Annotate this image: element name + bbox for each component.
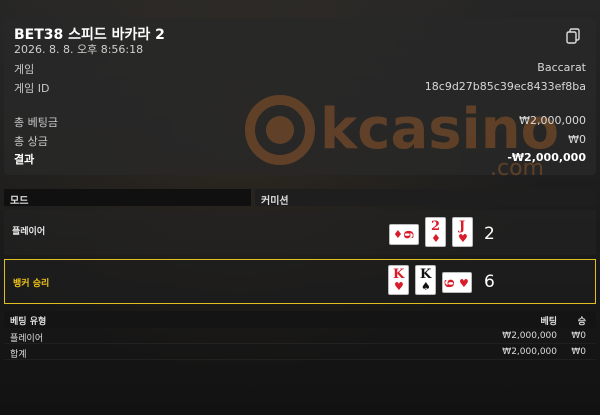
card-rank: 6: [400, 229, 416, 240]
banker-score: 6: [484, 272, 495, 292]
card-suit: ♥: [458, 232, 468, 245]
bets-table: 베팅 유형 베팅 승 플레이어 ₩2,000,000 ₩0 합계 ₩2,000,…: [4, 311, 596, 360]
result-row: 결과 -₩2,000,000: [14, 151, 586, 167]
total-bet-value: ₩2,000,000: [519, 114, 586, 127]
bet-type-header: 베팅 유형: [10, 317, 47, 327]
total-win-row: 총 상금 ₩0: [14, 133, 586, 149]
bet-win-cell: ₩0: [571, 331, 586, 341]
player-hand-label: 플레이어: [12, 227, 46, 237]
card-suit: ♥: [394, 280, 404, 293]
bet-amount-cell: ₩2,000,000: [502, 331, 557, 341]
table-row: 플레이어 ₩2,000,000 ₩0: [4, 328, 596, 344]
banker-hand-label: 뱅커 승리: [13, 279, 50, 289]
card-suit: ♥: [459, 277, 469, 290]
bet-type-cell: 합계: [10, 350, 27, 360]
bet-amount-cell: ₩2,000,000: [502, 347, 557, 357]
copy-icon[interactable]: [566, 28, 580, 44]
game-id-value[interactable]: 18c9d27b85c39ec8433ef8ba: [425, 80, 586, 96]
bet-win-cell: ₩0: [571, 347, 586, 357]
player-score: 2: [484, 224, 495, 244]
game-value: Baccarat: [537, 61, 586, 74]
total-win-label: 총 상금: [14, 135, 48, 148]
game-row: 게임 Baccarat: [14, 61, 586, 77]
player-card-1: ♦ 6: [389, 224, 419, 245]
result-label: 결과: [14, 153, 35, 166]
total-bet-label: 총 베팅금: [14, 116, 58, 129]
player-card-2: 2 ♦: [425, 217, 446, 247]
commission-label: 커미션: [255, 189, 596, 207]
mode-label: 모드: [4, 189, 251, 207]
total-win-value: ₩0: [568, 133, 586, 146]
result-value: -₩2,000,000: [507, 151, 586, 164]
bet-amount-header: 베팅: [540, 317, 557, 327]
player-card-3: J ♥: [452, 217, 473, 247]
bets-table-header: 베팅 유형 베팅 승: [4, 311, 596, 328]
banker-card-1: K ♥: [388, 265, 409, 295]
mode-commission-header: 모드 커미션: [4, 189, 596, 207]
game-label: 게임: [14, 63, 35, 76]
game-id-row: 게임 ID 18c9d27b85c39ec8433ef8ba: [14, 80, 586, 96]
banker-card-2: K ♠: [415, 265, 436, 295]
bet-win-header: 승: [577, 317, 586, 327]
card-rank: 6: [443, 278, 459, 289]
card-suit: ♦: [431, 232, 441, 245]
bet-datetime: 2026. 8. 8. 오후 8:56:18: [14, 43, 144, 56]
banker-hand-row: 뱅커 승리 K ♥ K ♠ 6 ♥ 6: [4, 259, 596, 304]
player-hand-row: 플레이어 ♦ 6 2 ♦ J ♥ 2: [4, 210, 596, 255]
banker-card-3: 6 ♥: [442, 272, 472, 293]
bet-type-cell: 플레이어: [10, 334, 44, 344]
game-id-label: 게임 ID: [14, 82, 50, 95]
table-row: 합계 ₩2,000,000 ₩0: [4, 344, 596, 360]
footer-bar: [0, 405, 600, 415]
total-bet-row: 총 베팅금 ₩2,000,000: [14, 114, 586, 130]
card-suit: ♠: [421, 280, 431, 293]
